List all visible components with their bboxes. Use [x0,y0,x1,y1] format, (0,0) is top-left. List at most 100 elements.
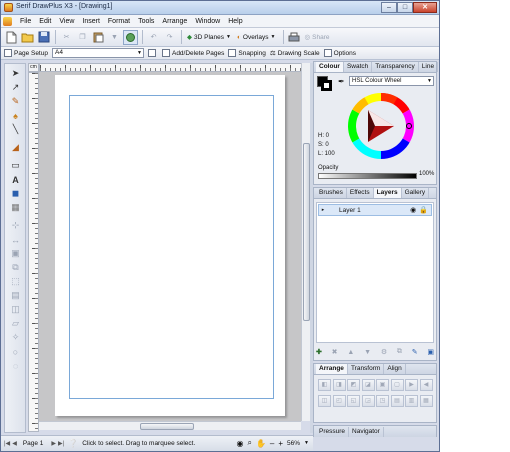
horizontal-scroll-thumb[interactable] [140,423,194,430]
tab-gallery[interactable]: Gallery [402,188,430,198]
tab-brushes[interactable]: Brushes [316,188,347,198]
copy-icon[interactable]: ❐ [75,30,90,45]
menu-insert[interactable]: Insert [78,18,104,25]
envelope-tool-icon[interactable]: ▣ [8,248,23,259]
line-swatch[interactable] [321,80,332,91]
tab-effects[interactable]: Effects [347,188,374,198]
pencil-tool-icon[interactable]: ✎ [8,96,23,107]
redo-icon[interactable]: ↷ [162,30,177,45]
send-to-back-icon[interactable]: ◪ [361,379,375,391]
effects-tool-icon[interactable]: ✧ [8,332,23,343]
menu-arrange[interactable]: Arrange [158,18,191,25]
horizontal-ruler[interactable] [39,63,303,72]
layer-row[interactable]: ▸ Layer 1 ◉ 🔒 [318,204,432,216]
next-page-icon[interactable]: ▶ [51,440,56,447]
crop-tool-icon[interactable]: ◫ [8,304,23,315]
blend-tool-icon[interactable]: ⧉ [8,262,23,273]
contour-tool-icon[interactable]: ⬚ [8,276,23,287]
close-button[interactable]: ✕ [413,2,437,13]
pan-tool-icon[interactable]: ◌ [8,360,23,371]
lock-icon[interactable]: 🔒 [419,206,428,214]
transparency-tool-icon[interactable]: ▦ [8,202,23,213]
zoom-tool-icon[interactable]: ○ [8,346,23,357]
zoom-value[interactable]: 56% [287,440,300,447]
page-orientation-button[interactable] [147,49,158,57]
pan-hand-icon[interactable]: ✋ [256,439,266,448]
tab-navigator[interactable]: Navigator [349,427,384,437]
fill-tool-icon[interactable]: ◼ [8,188,23,199]
new-icon[interactable] [4,30,19,45]
combine-icon[interactable]: ◫ [318,395,331,407]
join-curves-icon[interactable]: ▥ [405,395,418,407]
hsl-colour-wheel[interactable] [347,92,415,160]
rotate-icon[interactable]: ◀ [419,379,433,391]
subtract-shapes-icon[interactable]: ◲ [361,395,375,407]
zoom-in-icon[interactable]: + [278,439,283,448]
view-eye-icon[interactable]: ◉ [236,439,243,448]
rectangle-tool-icon[interactable]: ▭ [8,160,23,171]
layer-properties-icon[interactable]: ⚙ [381,348,387,356]
move-layer-up-icon[interactable]: ▲ [347,349,354,356]
current-page-label[interactable]: Page 1 [23,440,44,447]
minimize-button[interactable]: – [381,2,397,13]
title-bar[interactable]: Serif DrawPlus X3 - [Drawing1] – □ ✕ [1,1,439,15]
vertical-scroll-thumb[interactable] [303,143,310,321]
menu-help[interactable]: Help [224,18,246,25]
tab-pressure[interactable]: Pressure [316,427,350,437]
menu-format[interactable]: Format [104,18,134,25]
vertical-ruler[interactable] [28,72,39,432]
flip-icon[interactable]: ▶ [405,379,418,391]
zoom-icon[interactable]: ⌕ [247,438,251,448]
delete-layer-icon[interactable]: ✖ [332,348,338,356]
exclude-shapes-icon[interactable]: ▤ [390,395,404,407]
shadow-tool-icon[interactable]: ▤ [8,290,23,301]
drawing-scale-button[interactable]: ⚖ Drawing Scale [270,49,320,58]
expand-icon[interactable]: ▸ [319,207,327,213]
layer-options-icon[interactable]: ▣ [427,348,434,356]
menu-edit[interactable]: Edit [35,18,55,25]
document-menu-icon[interactable] [3,16,12,26]
convert-to-curves-icon[interactable]: ▦ [419,395,433,407]
page-size-select[interactable]: A4 ▼ [51,48,144,58]
bring-to-front-icon[interactable]: ◧ [318,379,331,391]
snapping-button[interactable]: Snapping [228,49,266,57]
intersect-shapes-icon[interactable]: ◳ [376,395,389,407]
bring-forward-icon[interactable]: ◨ [332,379,346,391]
text-tool-icon[interactable]: A [8,174,23,185]
menu-tools[interactable]: Tools [134,18,158,25]
options-button[interactable]: Options [323,49,356,57]
tab-line[interactable]: Line [419,62,439,72]
node-tool-icon[interactable]: ↗ [8,82,23,93]
first-page-icon[interactable]: |◀ [4,440,10,447]
add-delete-pages-button[interactable]: Add/Delete Pages [161,49,224,57]
page-setup-button[interactable]: Page Setup [4,49,48,57]
drawing-canvas[interactable] [39,72,301,421]
tab-swatch[interactable]: Swatch [344,62,373,72]
open-folder-icon[interactable] [20,30,35,45]
group-icon[interactable]: ▣ [376,379,389,391]
split-icon[interactable]: ◰ [332,395,346,407]
previous-page-icon[interactable]: ◀ [12,440,17,447]
colour-picker-icon[interactable]: ✒ [338,77,345,86]
ruler-origin[interactable]: cm [28,63,39,72]
send-backward-icon[interactable]: ◩ [347,379,360,391]
colour-model-select[interactable]: HSL Colour Wheel ▼ [349,76,434,86]
vertical-scrollbar[interactable] [301,63,310,421]
visible-eye-icon[interactable]: ◉ [410,206,416,214]
tab-transform[interactable]: Transform [348,364,385,374]
format-painter-icon[interactable]: ▼ [107,30,122,45]
pointer-tool-icon[interactable]: ➤ [8,68,23,79]
move-layer-down-icon[interactable]: ▼ [364,349,371,356]
ungroup-icon[interactable]: ▢ [390,379,404,391]
horizontal-scrollbar[interactable] [39,421,301,430]
eraser-tool-icon[interactable]: ◢ [8,142,23,153]
tab-transparency[interactable]: Transparency [372,62,419,72]
layer-paint-icon[interactable]: ✎ [412,348,418,356]
print-icon[interactable] [287,30,302,45]
share-button[interactable]: ◎ Share [303,30,332,45]
chevron-down-icon[interactable]: ▼ [304,440,309,446]
menu-view[interactable]: View [55,18,78,25]
maximize-button[interactable]: □ [397,2,413,13]
overlays-button[interactable]: ◐ Overlays ▼ [235,30,278,45]
drawplus-app-icon[interactable] [4,3,13,12]
